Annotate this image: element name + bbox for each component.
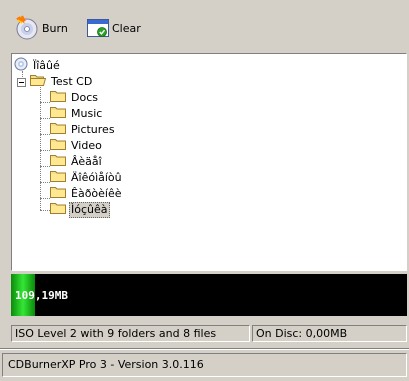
disc-capacity-bar: 109,19MB [11, 274, 407, 316]
folder-icon [50, 137, 66, 154]
tree-root-label: Ïîâûé [33, 58, 60, 72]
tree-folder-label: Ìóçûêà [69, 201, 110, 218]
burn-disc-icon [14, 15, 40, 41]
folder-icon [50, 169, 66, 186]
tree-folder-item[interactable]: Pictures [50, 122, 117, 137]
clear-icon [86, 16, 110, 40]
tree-folder-label: Êàðòèíêè [71, 186, 122, 200]
cd-disc-icon [14, 57, 28, 74]
tree-folder-label: Music [71, 106, 103, 120]
tree-root[interactable]: Ïîâûé [14, 57, 62, 74]
disc-capacity-text: 109,19MB [15, 289, 68, 302]
folder-icon [50, 185, 66, 202]
tree-folder-item-selected[interactable]: Ìóçûêà [50, 201, 110, 218]
file-tree[interactable]: Ïîâûé Test CD Docs Music Pictures Video … [11, 53, 407, 271]
folder-icon [50, 121, 66, 138]
clear-label: Clear [112, 21, 141, 35]
tree-folder-item[interactable]: Âèäåî [50, 154, 104, 169]
tree-project[interactable]: Test CD [30, 74, 94, 89]
tree-folder-item[interactable]: Docs [50, 90, 100, 105]
tree-folder-item[interactable]: Äîêóìåíòû [50, 170, 124, 185]
folder-icon [50, 153, 66, 170]
folder-icon [50, 201, 66, 218]
tree-folder-label: Pictures [71, 122, 115, 136]
burn-label: Burn [42, 21, 68, 35]
tree-folder-item[interactable]: Êàðòèíêè [50, 186, 124, 201]
version-statusbar: CDBurnerXP Pro 3 - Version 3.0.116 [2, 353, 407, 377]
folder-open-icon [30, 73, 47, 90]
tree-folder-item[interactable]: Video [50, 138, 104, 153]
compilation-summary: ISO Level 2 with 9 folders and 8 files [11, 325, 250, 342]
folder-icon [50, 89, 66, 106]
tree-folder-label: Äîêóìåíòû [71, 170, 122, 184]
tree-folder-label: Âèäåî [71, 154, 102, 168]
tree-folder-label: Video [71, 138, 102, 152]
tree-folder-item[interactable]: Music [50, 106, 104, 121]
toolbar: Burn Clear [0, 0, 409, 52]
tree-folder-label: Docs [71, 90, 98, 104]
on-disc-size: On Disc: 0,00MB [252, 325, 407, 342]
divider [0, 348, 409, 350]
folder-icon [50, 105, 66, 122]
tree-project-label: Test CD [51, 74, 93, 88]
collapse-toggle[interactable] [17, 78, 26, 87]
clear-button[interactable]: Clear [86, 14, 141, 42]
burn-button[interactable]: Burn [14, 14, 68, 42]
